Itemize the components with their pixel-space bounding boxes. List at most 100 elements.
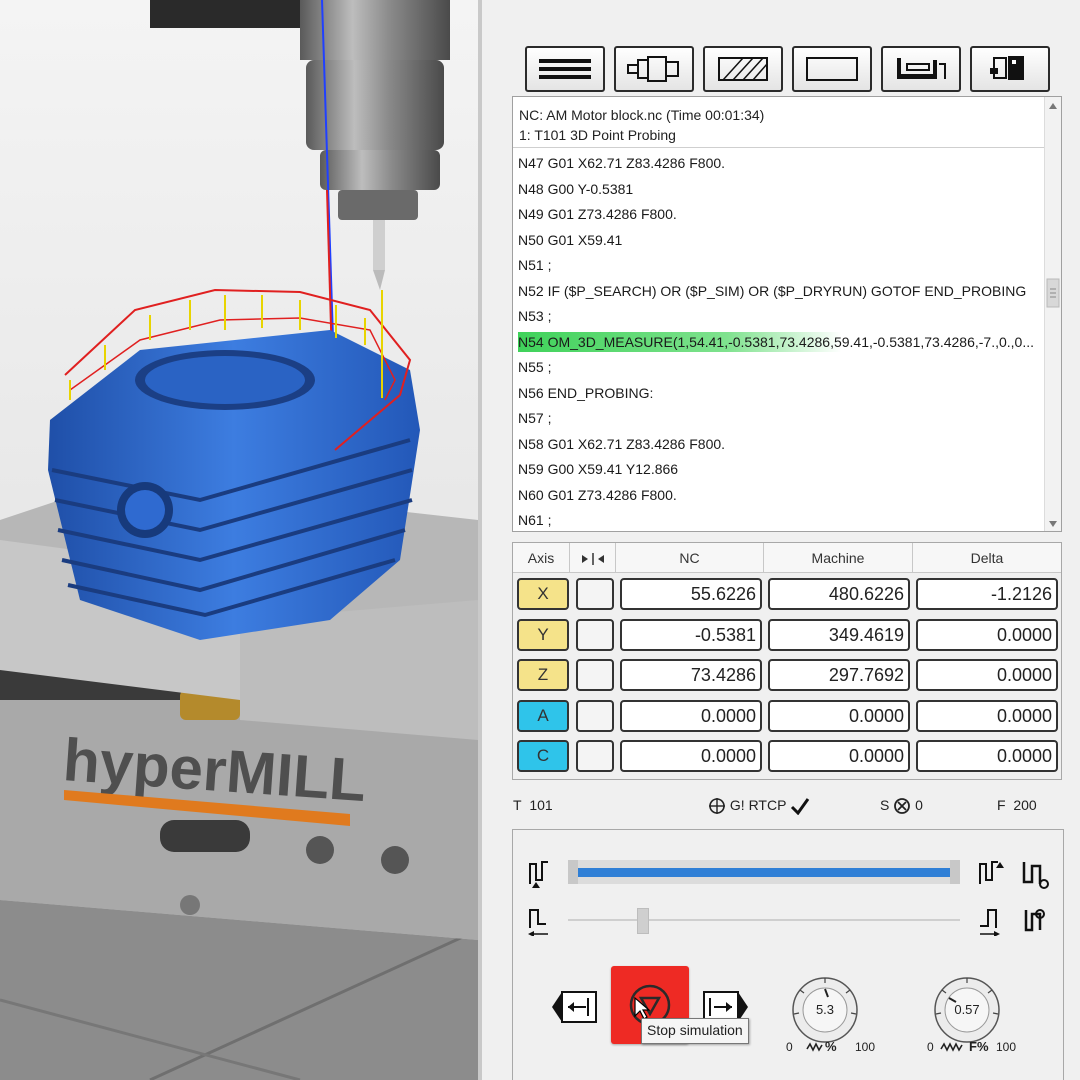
machine-header-cell: Machine xyxy=(764,543,913,573)
stop-simulation-tooltip: Stop simulation xyxy=(641,1018,749,1044)
nc-line[interactable]: N60 G01 Z73.4286 F800. xyxy=(518,485,1040,505)
axis-select-z[interactable] xyxy=(576,659,614,691)
nc-line[interactable]: N50 G01 X59.41 xyxy=(518,230,1040,250)
nc-line[interactable]: N51 ; xyxy=(518,255,1040,275)
loop-icon[interactable] xyxy=(1020,858,1052,890)
machine-value-c: 0.0000 xyxy=(768,740,910,772)
nc-file-label: NC: AM Motor block.nc (Time 00:01:34) xyxy=(519,107,765,123)
rtcp-status: G! RTCP xyxy=(708,797,810,816)
spindle-value: 0 xyxy=(915,797,923,813)
delta-header-cell: Delta xyxy=(913,543,1061,573)
fixture-view-button[interactable] xyxy=(881,46,961,92)
crosshair-icon xyxy=(709,798,725,815)
machine-value-z: 297.7692 xyxy=(768,659,910,691)
spindle-stop-icon xyxy=(894,798,911,815)
axis-select-y[interactable] xyxy=(576,618,614,651)
machine-view-button[interactable] xyxy=(970,46,1050,92)
axis-select-header[interactable] xyxy=(570,543,616,573)
empty-view-button[interactable] xyxy=(792,46,872,92)
nc-line[interactable]: N55 ; xyxy=(518,357,1040,377)
nc-header-cell: NC xyxy=(616,543,764,573)
step-slider[interactable] xyxy=(568,908,960,934)
nc-line-current[interactable]: N54 OM_3D_MEASURE(1,54.41,-0.5381,73.428… xyxy=(518,331,1040,352)
axis-button-x[interactable]: X xyxy=(517,578,569,610)
nc-line[interactable]: N58 G01 X62.71 Z83.4286 F800. xyxy=(518,434,1040,454)
speed-dial-min: 0 xyxy=(786,1040,793,1054)
nc-value-a: 0.0000 xyxy=(620,699,762,732)
machine-value-y: 349.4619 xyxy=(768,618,910,651)
nc-line[interactable]: N61 ; xyxy=(518,510,1040,530)
nc-value-z: 73.4286 xyxy=(620,659,762,691)
axis-select-c[interactable] xyxy=(576,740,614,772)
axis-button-a[interactable]: A xyxy=(517,699,569,732)
jump-end-icon[interactable] xyxy=(976,858,1004,890)
speed-dial-value: 5.3 xyxy=(815,1002,835,1017)
feed-wave-icon xyxy=(940,1042,963,1052)
delta-value-c: 0.0000 xyxy=(916,740,1058,772)
step-slider-thumb[interactable] xyxy=(636,908,649,934)
3d-viewport[interactable]: hyperMILL xyxy=(0,0,478,1080)
nc-line[interactable]: N52 IF ($P_SEARCH) OR ($P_SIM) OR ($P_DR… xyxy=(518,281,1040,301)
nc-line[interactable]: N57 ; xyxy=(518,408,1040,428)
machine-scene: hyperMILL xyxy=(0,0,478,1080)
tool-number: 101 xyxy=(529,797,553,813)
blank-view-icon xyxy=(806,57,858,81)
progress-start-handle[interactable] xyxy=(568,860,578,884)
step-mode-icon[interactable] xyxy=(1022,904,1050,936)
machine-fixture-icon xyxy=(897,58,946,79)
delta-value-x: -1.2126 xyxy=(916,578,1058,610)
feed-value: 200 xyxy=(1013,797,1037,813)
nc-code-list[interactable]: NC: AM Motor block.nc (Time 00:01:34) 1:… xyxy=(512,96,1062,532)
tool-view-button[interactable] xyxy=(614,46,694,92)
nc-scrollbar[interactable] xyxy=(1044,97,1061,531)
progress-track[interactable] xyxy=(568,860,960,884)
nc-line[interactable]: N56 END_PROBING: xyxy=(518,383,1040,403)
feed-dial-value: 0.57 xyxy=(954,1002,980,1017)
speed-wave-icon xyxy=(806,1042,823,1052)
axis-button-z[interactable]: Z xyxy=(517,659,569,691)
step-forward-icon[interactable] xyxy=(976,904,1004,936)
axis-header: Axis xyxy=(513,543,570,573)
nc-line[interactable]: N48 G00 Y-0.5381 xyxy=(518,179,1040,199)
progress-fill xyxy=(578,868,950,877)
scroll-down-icon xyxy=(1049,521,1057,527)
machine-value-x: 480.6226 xyxy=(768,578,910,610)
stock-view-button[interactable] xyxy=(703,46,783,92)
delta-value-y: 0.0000 xyxy=(916,618,1058,651)
delta-value-a: 0.0000 xyxy=(916,699,1058,732)
scroll-up-icon xyxy=(1049,103,1057,109)
spindle-status: S 0 xyxy=(880,797,923,815)
progress-end-handle[interactable] xyxy=(950,860,960,884)
nc-header: NC: AM Motor block.nc (Time 00:01:34) 1:… xyxy=(519,105,764,145)
axis-button-y[interactable]: Y xyxy=(517,618,569,651)
nc-line[interactable]: N49 G01 Z73.4286 F800. xyxy=(518,204,1040,224)
rewind-button[interactable] xyxy=(550,986,600,1028)
step-back-icon[interactable] xyxy=(526,904,554,936)
mouse-cursor-icon xyxy=(634,996,651,1020)
feed-dial-max: 100 xyxy=(996,1040,1017,1054)
nc-line[interactable]: N59 G00 X59.41 Y12.866 xyxy=(518,459,1040,479)
speed-dial-unit: % xyxy=(825,1039,837,1054)
split-column-icon xyxy=(581,553,604,566)
machine-value-a: 0.0000 xyxy=(768,699,910,732)
axis-select-x[interactable] xyxy=(576,578,614,610)
feed-status: F 200 xyxy=(997,797,1037,813)
axis-button-c[interactable]: C xyxy=(517,740,569,772)
nc-line[interactable]: N47 G01 X62.71 Z83.4286 F800. xyxy=(518,153,1040,173)
feed-dial-unit: F% xyxy=(969,1039,989,1054)
tool-holder-icon xyxy=(627,56,679,82)
nc-code-view-button[interactable] xyxy=(525,46,605,92)
machine-icon xyxy=(990,56,1024,80)
tool-status: T 101 xyxy=(513,797,553,813)
nc-value-c: 0.0000 xyxy=(620,740,762,772)
nc-job-label: 1: T101 3D Point Probing xyxy=(519,127,676,143)
delta-value-z: 0.0000 xyxy=(916,659,1058,691)
axis-select-a[interactable] xyxy=(576,699,614,732)
jump-start-icon[interactable] xyxy=(526,858,554,890)
feed-dial-min: 0 xyxy=(927,1040,934,1054)
stock-hatch-icon xyxy=(718,57,768,81)
checkmark-icon xyxy=(791,798,810,816)
nc-value-x: 55.6226 xyxy=(620,578,762,610)
speed-dial-max: 100 xyxy=(855,1040,876,1054)
nc-line[interactable]: N53 ; xyxy=(518,306,1040,326)
